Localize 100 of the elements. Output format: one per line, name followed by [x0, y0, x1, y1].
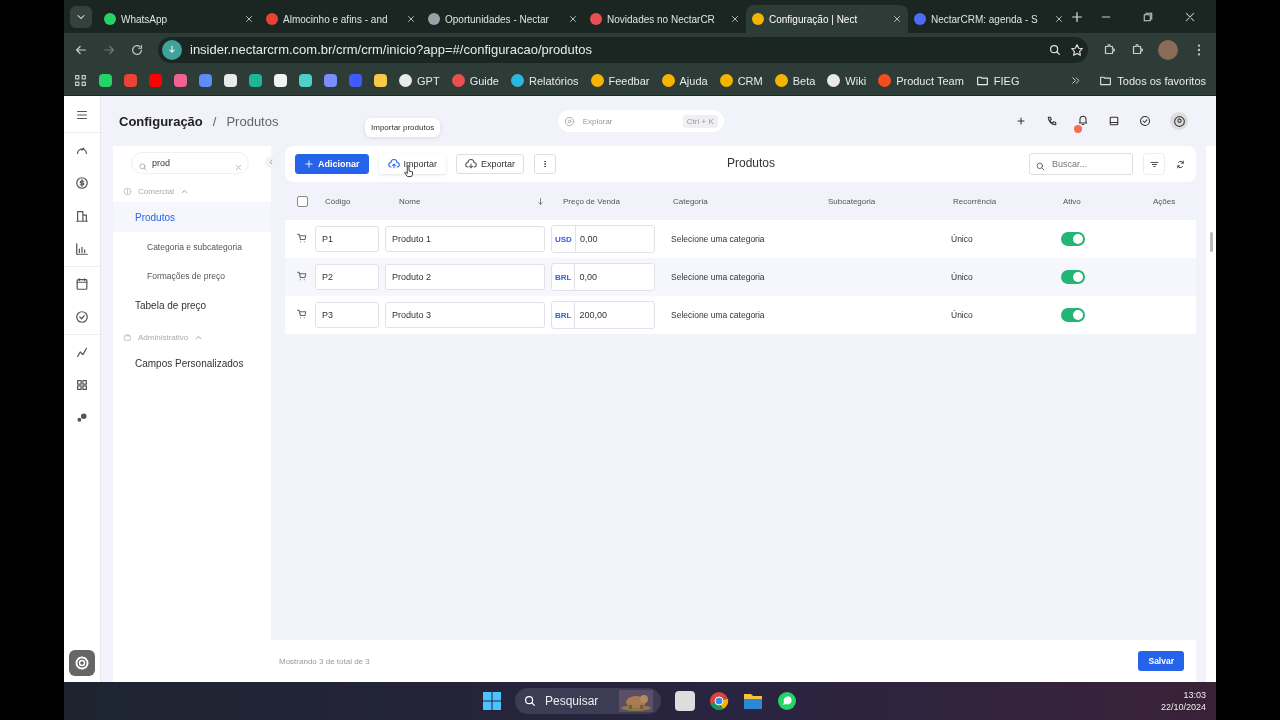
bookmark-icon[interactable]	[199, 74, 212, 87]
bookmark-icon[interactable]	[99, 74, 112, 87]
select-all-checkbox[interactable]	[297, 195, 308, 207]
apps-icon[interactable]	[74, 74, 87, 87]
browser-tab[interactable]: Configuração | Nect	[746, 5, 908, 33]
scrollbar-thumb[interactable]	[1209, 232, 1213, 252]
plus-icon[interactable]	[1070, 9, 1084, 24]
folder-icon[interactable]	[743, 692, 763, 710]
tab-search-button[interactable]	[70, 5, 92, 28]
bookmark-link[interactable]: GPT	[399, 74, 440, 87]
blocks-icon[interactable]	[75, 378, 89, 392]
close-icon[interactable]	[730, 14, 740, 24]
bookmark-icon[interactable]	[299, 74, 312, 87]
column-header[interactable]: Ações	[1141, 196, 1196, 206]
chrome-icon[interactable]	[709, 691, 729, 711]
close-icon[interactable]	[568, 14, 578, 24]
import-button[interactable]: Importar	[378, 154, 447, 174]
filter-button[interactable]	[1143, 153, 1165, 175]
browser-tab[interactable]: Oportunidades - Nectar	[422, 5, 584, 33]
code-input[interactable]: P1	[315, 226, 379, 252]
category-select[interactable]: Selecione uma categoria	[661, 310, 816, 320]
nav-item[interactable]: Produtos	[113, 202, 271, 232]
bookmark-link[interactable]: Beta	[774, 74, 816, 87]
bookmark-icon[interactable]	[149, 74, 162, 87]
bookmark-icon[interactable]	[374, 74, 387, 87]
close-icon[interactable]	[1054, 14, 1064, 24]
column-header[interactable]: Código	[313, 196, 385, 206]
bell-icon[interactable]	[1077, 114, 1089, 126]
browser-tab[interactable]: NectarCRM: agenda - S	[908, 5, 1070, 33]
bookmark-link[interactable]: Ajuda	[661, 74, 708, 87]
extension-icon[interactable]	[1102, 42, 1116, 57]
column-header[interactable]: Ativo	[1051, 196, 1141, 206]
add-button[interactable]: Adicionar	[295, 154, 369, 174]
name-input[interactable]: Produto 3	[385, 302, 545, 328]
code-input[interactable]: P3	[315, 302, 379, 328]
browser-tab[interactable]: Almocinho e afins - and	[260, 5, 422, 33]
route-icon[interactable]	[75, 345, 89, 359]
bookmark-link[interactable]: Feedbar	[590, 74, 650, 87]
table-search-field[interactable]: Buscar...	[1029, 153, 1133, 175]
whatsapp-icon[interactable]	[777, 691, 797, 711]
price-input[interactable]: USD 0,00	[551, 225, 655, 253]
nav-subitem[interactable]: Categoria e subcategoria	[113, 232, 271, 261]
bookmark-icon[interactable]	[274, 74, 287, 87]
browser-tab[interactable]: WhatsApp	[98, 5, 260, 33]
price-input[interactable]: BRL 200,00	[551, 301, 655, 329]
bookmark-link[interactable]: FIEG	[975, 74, 1020, 87]
close-icon[interactable]	[1184, 10, 1196, 23]
clock-time[interactable]: 13:03	[1160, 689, 1206, 701]
dollar-icon[interactable]	[75, 176, 89, 190]
nav-item[interactable]: Tabela de preço	[113, 290, 271, 320]
all-bookmarks-link[interactable]: Todos os favoritos	[1099, 74, 1206, 87]
bookmark-link[interactable]: Wiki	[827, 74, 867, 87]
breadcrumb-item[interactable]: Configuração	[119, 113, 203, 129]
plus-icon[interactable]	[1015, 115, 1027, 127]
bookmark-link[interactable]: Relatórios	[511, 74, 579, 87]
name-input[interactable]: Produto 1	[385, 226, 545, 252]
windows-start-icon[interactable]	[483, 692, 501, 710]
bookmark-icon[interactable]	[249, 74, 262, 87]
nav-item[interactable]: Campos Personalizados	[113, 348, 271, 378]
address-bar[interactable]: insider.nectarcrm.com.br/crm/crm/inicio?app=#/configuracao/produtos	[158, 36, 1088, 63]
menu-icon[interactable]	[75, 108, 89, 122]
column-header[interactable]: Categoria	[661, 196, 816, 206]
calendar-icon[interactable]	[75, 277, 89, 291]
name-input[interactable]: Produto 2	[385, 264, 545, 290]
puzzle-icon[interactable]	[1130, 42, 1144, 57]
phone-icon[interactable]	[1046, 115, 1058, 127]
active-toggle[interactable]	[1061, 270, 1085, 284]
settings-button[interactable]	[69, 650, 95, 676]
close-icon[interactable]	[406, 14, 416, 24]
bookmark-icon[interactable]	[324, 74, 337, 87]
active-toggle[interactable]	[1061, 232, 1085, 246]
category-select[interactable]: Selecione uma categoria	[661, 234, 816, 244]
taskbar-search[interactable]: Pesquisar	[515, 688, 661, 714]
user-avatar[interactable]	[1170, 112, 1188, 130]
bookmark-icon[interactable]	[174, 74, 187, 87]
building-icon[interactable]	[75, 209, 89, 223]
bookmark-link[interactable]: Product Team	[878, 74, 964, 87]
bookmark-icon[interactable]	[224, 74, 237, 87]
sidebar-search-field[interactable]: prod	[131, 152, 249, 174]
clock-date[interactable]: 22/10/2024	[1160, 701, 1206, 713]
zoom-icon[interactable]	[1048, 42, 1062, 57]
column-header[interactable]: Subcategoria	[816, 196, 941, 206]
star-icon[interactable]	[1070, 42, 1084, 57]
restore-icon[interactable]	[1142, 10, 1154, 23]
save-button[interactable]: Salvar	[1138, 651, 1184, 671]
category-select[interactable]: Selecione uma categoria	[661, 272, 816, 282]
inbox-icon[interactable]	[1108, 115, 1120, 127]
dots-icon[interactable]	[75, 411, 89, 425]
chevrons-icon[interactable]	[1070, 75, 1082, 86]
check-circle-icon[interactable]	[1139, 115, 1151, 127]
column-header[interactable]: Nome	[399, 196, 421, 206]
export-button[interactable]: Exportar	[456, 154, 525, 174]
check-circle-icon[interactable]	[75, 310, 89, 324]
active-toggle[interactable]	[1061, 308, 1085, 322]
close-icon[interactable]	[244, 14, 254, 24]
nav-subitem[interactable]: Formações de preço	[113, 261, 271, 290]
close-icon[interactable]	[892, 14, 902, 24]
code-input[interactable]: P2	[315, 264, 379, 290]
browser-tab[interactable]: Novidades no NectarCR	[584, 5, 746, 33]
column-header[interactable]: Recorrência	[941, 196, 1051, 206]
